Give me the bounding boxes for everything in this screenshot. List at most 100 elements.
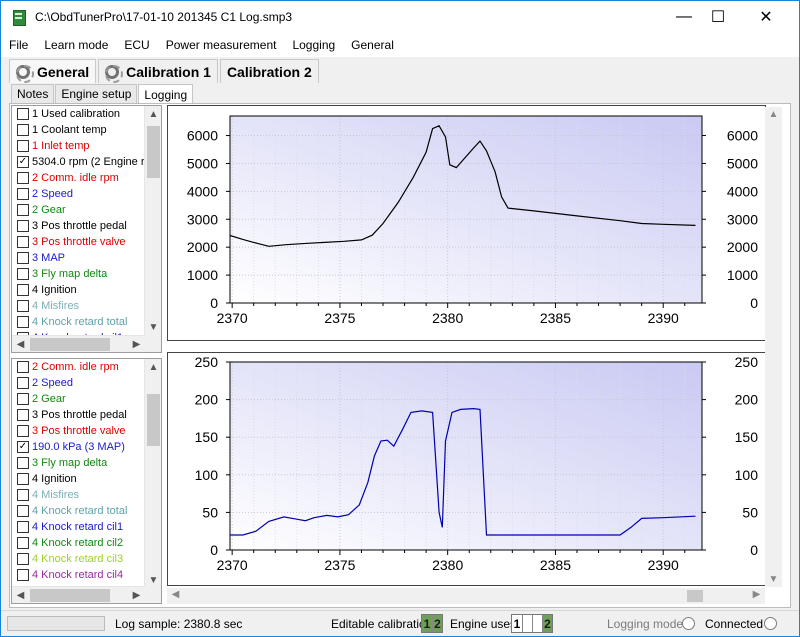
scroll-up-icon[interactable]: ▲ (765, 109, 782, 120)
channel-item[interactable]: 4 Knock retard cil3 (12, 551, 145, 567)
scroll-thumb[interactable] (30, 589, 110, 602)
channel-checkbox[interactable] (17, 393, 29, 405)
channel-checkbox[interactable] (17, 409, 29, 421)
channel-item[interactable]: 1 Coolant temp (12, 122, 145, 138)
scroll-up-icon[interactable]: ▲ (145, 106, 161, 123)
tab-calibration-1[interactable]: Calibration 1 (98, 59, 218, 83)
channel-item[interactable]: 4 Misfires (12, 298, 145, 314)
channel-item[interactable]: 3 MAP (12, 250, 145, 266)
maximize-button[interactable]: ☐ (695, 1, 741, 33)
channel-checkbox[interactable] (17, 377, 29, 389)
channel-item[interactable]: 3 Pos throttle pedal (12, 218, 145, 234)
channel-checkbox[interactable] (17, 457, 29, 469)
channel-checkbox[interactable] (17, 569, 29, 581)
scroll-down-icon[interactable]: ▼ (765, 574, 782, 585)
editable-cal-2[interactable]: 2 (432, 615, 442, 632)
channel-item[interactable]: 2 Speed (12, 375, 145, 391)
channel-checkbox[interactable] (17, 236, 29, 248)
channel-checkbox[interactable] (17, 537, 29, 549)
tab-calibration-2[interactable]: Calibration 2 (219, 59, 319, 83)
channel-checkbox[interactable] (17, 300, 29, 312)
menu-learn-mode[interactable]: Learn mode (36, 38, 116, 52)
menu-ecu[interactable]: ECU (116, 38, 157, 52)
scroll-thumb[interactable] (687, 590, 703, 602)
tab-general[interactable]: General (9, 59, 97, 83)
channel-item[interactable]: 4 Knock retard cil1 (12, 519, 145, 535)
channel-checkbox[interactable] (17, 140, 29, 152)
main-vertical-scrollbar[interactable]: ▲ ▼ (765, 107, 782, 587)
channel-item[interactable]: 1 Used calibration (12, 106, 145, 122)
channel-item[interactable]: 3 Pos throttle valve (12, 423, 145, 439)
channel-item[interactable]: 2 Speed (12, 186, 145, 202)
channel-item[interactable]: 4 Knock retard total (12, 503, 145, 519)
y-tick-label-right: 3000 (727, 211, 758, 227)
menu-general[interactable]: General (343, 38, 402, 52)
channel-item[interactable]: 4 Knock retard cil4 (12, 567, 145, 583)
channel-item[interactable]: 2 Comm. idle rpm (12, 170, 145, 186)
channel-item[interactable]: ✓ 190.0 kPa (3 MAP) (12, 439, 145, 455)
scroll-thumb[interactable] (30, 338, 110, 351)
scroll-right-icon[interactable]: ▶ (128, 587, 145, 603)
channel-item[interactable]: 3 Fly map delta (12, 266, 145, 282)
tab-logging[interactable]: Logging (138, 84, 194, 104)
menu-file[interactable]: File (1, 38, 36, 52)
channel-item[interactable]: 1 Inlet temp (12, 138, 145, 154)
channel-item[interactable]: 2 Comm. idle rpm (12, 359, 145, 375)
close-button[interactable]: ✕ (743, 1, 789, 33)
channel-checkbox[interactable] (17, 553, 29, 565)
x-tick-label: 2390 (648, 310, 679, 326)
channel-checkbox[interactable] (17, 361, 29, 373)
vertical-scrollbar[interactable]: ▲ ▼ (144, 359, 161, 589)
scroll-down-icon[interactable]: ▼ (145, 319, 161, 336)
menu-power-measurement[interactable]: Power measurement (158, 38, 285, 52)
channel-item[interactable]: 3 Fly map delta (12, 455, 145, 471)
tab-engine-setup[interactable]: Engine setup (55, 84, 138, 103)
channel-item[interactable]: 3 Pos throttle pedal (12, 407, 145, 423)
channel-checkbox[interactable] (17, 505, 29, 517)
y-tick-label-right: 100 (735, 467, 759, 483)
channel-checkbox[interactable] (17, 172, 29, 184)
channel-item[interactable]: 4 Knock retard total (12, 314, 145, 330)
channel-checkbox[interactable] (17, 284, 29, 296)
scroll-left-icon[interactable]: ◀ (12, 587, 29, 603)
scroll-thumb[interactable] (147, 126, 160, 178)
tab-notes[interactable]: Notes (11, 84, 55, 103)
channel-checkbox[interactable] (17, 473, 29, 485)
channel-item[interactable]: ✓ 5304.0 rpm (2 Engine rp (12, 154, 145, 170)
channel-checkbox[interactable]: ✓ (17, 441, 29, 453)
horizontal-scrollbar[interactable]: ◀ ▶ (12, 586, 145, 603)
channel-checkbox[interactable] (17, 204, 29, 216)
scroll-right-icon[interactable]: ▶ (748, 589, 765, 600)
scroll-right-icon[interactable]: ▶ (128, 336, 145, 352)
channel-item[interactable]: 4 Misfires (12, 487, 145, 503)
y-tick-label-right: 200 (735, 392, 759, 408)
channel-checkbox[interactable] (17, 108, 29, 120)
channel-item[interactable]: 2 Gear (12, 391, 145, 407)
channel-checkbox[interactable] (17, 124, 29, 136)
scroll-up-icon[interactable]: ▲ (145, 359, 161, 376)
channel-checkbox[interactable] (17, 425, 29, 437)
channel-checkbox[interactable] (17, 521, 29, 533)
channel-checkbox[interactable]: ✓ (17, 156, 29, 168)
channel-checkbox[interactable] (17, 316, 29, 328)
menu-logging[interactable]: Logging (284, 38, 343, 52)
horizontal-scrollbar[interactable]: ◀ ▶ (12, 335, 145, 352)
channel-checkbox[interactable] (17, 220, 29, 232)
editable-cal-1[interactable]: 1 (422, 615, 432, 632)
vertical-scrollbar[interactable]: ▲ ▼ (144, 106, 161, 336)
main-horizontal-scrollbar[interactable]: ◀ ▶ (167, 588, 765, 604)
rpm-chart[interactable]: 0 0 1000 1000 2000 2000 3000 3000 4000 4000 5000 50… (167, 105, 766, 341)
channel-checkbox[interactable] (17, 188, 29, 200)
channel-checkbox[interactable] (17, 268, 29, 280)
channel-item[interactable]: 4 Ignition (12, 282, 145, 298)
channel-item[interactable]: 4 Knock retard cil2 (12, 535, 145, 551)
scroll-thumb[interactable] (147, 394, 160, 446)
channel-item[interactable]: 2 Gear (12, 202, 145, 218)
channel-item[interactable]: 3 Pos throttle valve (12, 234, 145, 250)
channel-checkbox[interactable] (17, 252, 29, 264)
scroll-left-icon[interactable]: ◀ (12, 336, 29, 352)
map-chart[interactable]: 0 0 50 50 100 100 150 150 200 200 250 250 2370 2375 23… (167, 352, 766, 586)
channel-item[interactable]: 4 Ignition (12, 471, 145, 487)
scroll-left-icon[interactable]: ◀ (167, 589, 184, 600)
channel-checkbox[interactable] (17, 489, 29, 501)
